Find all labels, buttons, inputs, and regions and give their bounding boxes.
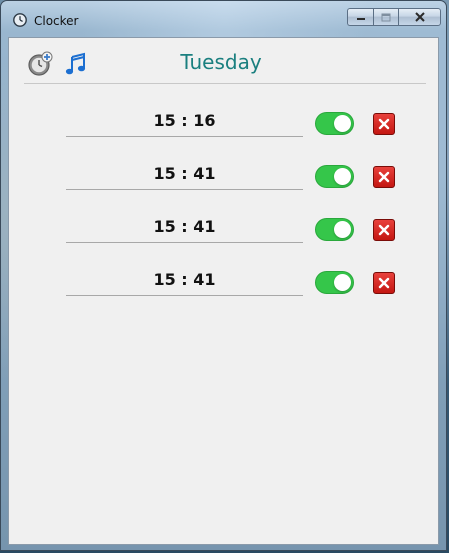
toggle-knob	[334, 221, 351, 238]
close-x-icon	[378, 171, 390, 183]
delete-alarm-button[interactable]	[373, 219, 395, 241]
alarm-row: 15 : 16	[9, 108, 438, 148]
alarm-enable-toggle[interactable]	[315, 271, 354, 294]
minimize-button[interactable]	[347, 8, 373, 26]
toggle-knob	[334, 115, 351, 132]
clock-icon	[13, 13, 27, 27]
alarm-time-underline	[66, 242, 303, 243]
close-icon	[414, 12, 425, 22]
caption-buttons	[347, 8, 441, 26]
window-title: Clocker	[34, 14, 79, 28]
alarm-time[interactable]: 15 : 16	[66, 108, 303, 134]
app-window: Clocker Tuesday 15: 16 15: 41 15: 41 …	[0, 0, 447, 551]
alarm-time-underline	[66, 136, 303, 137]
delete-alarm-button[interactable]	[373, 166, 395, 188]
alarm-enable-toggle[interactable]	[315, 218, 354, 241]
delete-alarm-button[interactable]	[373, 272, 395, 294]
client-area: Tuesday 15 : 16 15 : 41 15: 41 15: 41	[8, 37, 439, 545]
alarm-row: 15 : 41	[9, 267, 438, 307]
alarm-time[interactable]: 15 : 41	[66, 267, 303, 293]
add-alarm-clock-icon[interactable]	[27, 51, 53, 77]
maximize-icon	[381, 13, 391, 21]
delete-alarm-button[interactable]	[373, 113, 395, 135]
close-button[interactable]	[398, 8, 441, 26]
toggle-knob	[334, 168, 351, 185]
close-x-icon	[378, 118, 390, 130]
alarm-enable-toggle[interactable]	[315, 112, 354, 135]
alarm-time-underline	[66, 189, 303, 190]
alarm-row: 15 : 41	[9, 214, 438, 254]
alarm-time[interactable]: 15 : 41	[66, 214, 303, 240]
music-note-icon[interactable]	[65, 52, 87, 76]
day-title: Tuesday	[180, 50, 262, 74]
toolbar: Tuesday	[9, 38, 438, 84]
alarm-time[interactable]: 15 : 41	[66, 161, 303, 187]
maximize-button[interactable]	[373, 8, 398, 26]
header-divider	[24, 83, 426, 84]
minimize-icon	[356, 18, 365, 20]
close-x-icon	[378, 224, 390, 236]
alarm-enable-toggle[interactable]	[315, 165, 354, 188]
title-bar[interactable]: Clocker	[1, 1, 446, 37]
toggle-knob	[334, 274, 351, 291]
alarm-time-underline	[66, 295, 303, 296]
close-x-icon	[378, 277, 390, 289]
alarm-row: 15 : 41	[9, 161, 438, 201]
